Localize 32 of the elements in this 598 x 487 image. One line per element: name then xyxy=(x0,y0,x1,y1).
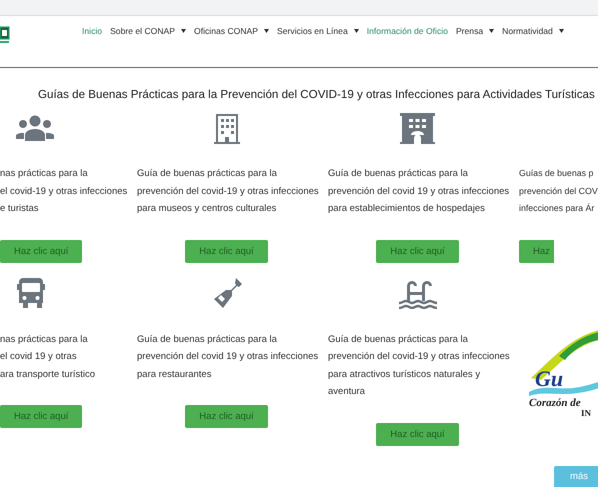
menu-item[interactable]: Prensa xyxy=(452,23,498,39)
haz-clic-button[interactable]: Haz clic aquí xyxy=(185,240,268,262)
card-description: Guía de buenas prácticas para la prevención del covid 19 y otras infecciones para establecimientos de hospedajes xyxy=(328,167,510,216)
more-button[interactable]: más xyxy=(554,466,598,487)
card-description: nas prácticas para la el covid 19 y otras ara transporte turístico xyxy=(0,332,96,382)
menu-item[interactable]: Servicios en Línea xyxy=(273,23,363,39)
bus-icon xyxy=(16,278,46,309)
haz-clic-button[interactable]: Haz clic aquí xyxy=(0,240,82,262)
people-icon xyxy=(16,115,54,141)
pool-icon xyxy=(398,278,436,308)
building-icon xyxy=(214,112,240,144)
menu-item[interactable]: Normatividad xyxy=(498,23,568,39)
card-description: Guía de buenas prácticas para la prevención del covid 19 y otras infecciones para restaurantes xyxy=(137,332,320,382)
card-description: Guías de buenas p prevención del COV infecciones para Ár xyxy=(519,167,598,215)
card-description: Guía de buenas prácticas para la prevención del covid-19 y otras infecciones para museos y centros culturales xyxy=(137,167,320,216)
logo-subtitle: IN xyxy=(581,408,592,418)
menu-item[interactable]: Oficinas CONAP xyxy=(190,23,274,39)
haz-clic-button[interactable]: Haz xyxy=(519,240,554,262)
logo-icon[interactable] xyxy=(0,26,10,44)
menu-item[interactable]: Inicio xyxy=(78,23,106,39)
hotel-icon xyxy=(400,112,435,144)
haz-clic-button[interactable]: Haz clic aquí xyxy=(0,405,82,428)
logo-slogan: Corazón de xyxy=(529,397,581,409)
haz-clic-button[interactable]: Haz clic aquí xyxy=(185,405,268,428)
logo-mark-text: Gu xyxy=(535,366,564,391)
section-title: Guías de Buenas Prácticas para la Prevención del COVID-19 y otras Infecciones para Actividades Turísticas xyxy=(38,88,596,101)
menu-item[interactable]: Sobre el CONAP xyxy=(106,23,190,39)
card-description: nas prácticas para la el covid-19 y otras infecciones e turistas xyxy=(0,167,128,216)
card-description: Guía de buenas prácticas para la prevención del covid-19 y otras infecciones para atractivos turísticos naturales y aventura xyxy=(328,332,511,399)
haz-clic-button[interactable]: Haz clic aquí xyxy=(376,422,459,446)
haz-clic-button[interactable]: Haz clic aquí xyxy=(376,240,459,262)
menu-item[interactable]: Información de Oficio xyxy=(362,23,452,39)
